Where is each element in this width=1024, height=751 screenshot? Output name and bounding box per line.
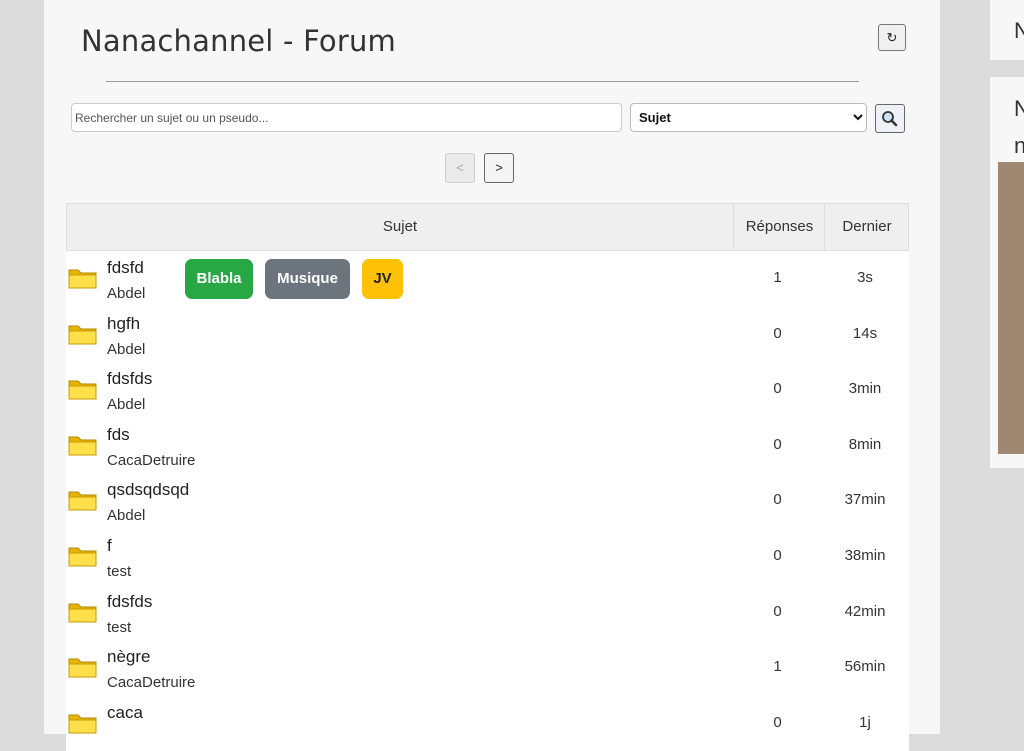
search-button[interactable] xyxy=(875,104,905,133)
next-page-button[interactable]: > xyxy=(484,153,514,183)
search-filter-select[interactable]: Sujet xyxy=(630,103,867,132)
topic-title-link[interactable]: f xyxy=(107,536,112,556)
last-post-time: 1j xyxy=(859,713,871,731)
table-row[interactable]: nègre CacaDetruire 1 56min xyxy=(66,640,909,696)
topic-author[interactable]: test xyxy=(107,563,131,580)
topic-author[interactable]: Abdel xyxy=(107,341,145,358)
title-divider xyxy=(106,81,859,82)
last-post-time: 8min xyxy=(848,435,882,453)
search-input[interactable] xyxy=(71,103,622,132)
topic-author[interactable]: CacaDetruire xyxy=(107,674,195,691)
reply-count: 1 xyxy=(773,658,782,676)
last-post-time: 37min xyxy=(844,491,886,509)
topic-title-link[interactable]: qsdsqdsqd xyxy=(107,480,189,500)
header-last: Dernier xyxy=(824,204,909,250)
page-title: Nanachannel - Forum xyxy=(81,24,397,58)
topics-table: Sujet Réponses Dernier fdsfd Abdel Blabl… xyxy=(66,203,909,751)
folder-icon xyxy=(68,603,97,623)
topic-title-link[interactable]: fdsfds xyxy=(107,369,152,389)
reply-count: 0 xyxy=(773,546,782,564)
table-row[interactable]: f test 0 38min xyxy=(66,529,909,585)
table-row[interactable]: fdsfd Abdel Blabla Musique JV 1 3s xyxy=(66,251,909,307)
table-header: Sujet Réponses Dernier xyxy=(66,203,909,251)
topic-title-link[interactable]: nègre xyxy=(107,647,150,667)
reply-count: 0 xyxy=(773,380,782,398)
sidebar-media-text-1: N xyxy=(1014,96,1024,121)
last-post-time: 56min xyxy=(844,658,886,676)
folder-icon xyxy=(68,547,97,567)
reply-count: 0 xyxy=(773,435,782,453)
reply-count: 0 xyxy=(773,491,782,509)
table-row[interactable]: qsdsqdsqd Abdel 0 37min xyxy=(66,473,909,529)
tag-jv[interactable]: JV xyxy=(362,259,403,299)
topic-author[interactable]: Abdel xyxy=(107,285,145,302)
last-post-time: 3s xyxy=(857,269,873,286)
topic-title-link[interactable]: caca xyxy=(107,703,143,723)
topic-title-link[interactable]: fdsfds xyxy=(107,592,152,612)
folder-icon xyxy=(68,380,97,400)
topic-title-link[interactable]: hgfh xyxy=(107,314,140,334)
folder-icon xyxy=(68,325,97,345)
folder-icon xyxy=(68,269,97,289)
topic-author[interactable]: test xyxy=(107,619,131,636)
last-post-time: 14s xyxy=(852,324,878,342)
table-row[interactable]: caca 0 1j xyxy=(66,696,909,751)
search-icon xyxy=(882,111,898,127)
last-post-time: 3min xyxy=(848,380,882,398)
reply-count: 0 xyxy=(773,713,782,731)
sidebar-image xyxy=(998,162,1024,454)
refresh-icon: ↻ xyxy=(886,30,898,45)
table-row[interactable]: fds CacaDetruire 0 8min xyxy=(66,418,909,474)
reply-count: 0 xyxy=(773,324,782,342)
topic-title-link[interactable]: fdsfd xyxy=(107,258,144,278)
sidebar-media-text-2: n xyxy=(1014,133,1024,158)
header-replies: Réponses xyxy=(733,204,825,250)
table-row[interactable]: fdsfds Abdel 0 3min xyxy=(66,362,909,418)
table-row[interactable]: fdsfds test 0 42min xyxy=(66,585,909,641)
folder-icon xyxy=(68,436,97,456)
refresh-button[interactable]: ↻ xyxy=(878,24,906,51)
sidebar-top-text: N xyxy=(1014,18,1024,43)
forum-panel: Nanachannel - Forum ↻ Sujet < > Sujet Ré… xyxy=(44,0,940,751)
sidebar-top-panel: N xyxy=(990,0,1024,60)
topic-author[interactable]: Abdel xyxy=(107,396,145,413)
reply-count: 0 xyxy=(773,602,782,620)
header-subject: Sujet xyxy=(382,218,418,235)
topic-author[interactable]: Abdel xyxy=(107,507,145,524)
tag-musique[interactable]: Musique xyxy=(265,259,350,299)
previous-page-button[interactable]: < xyxy=(445,153,475,183)
last-post-time: 38min xyxy=(844,546,886,564)
last-post-time: 42min xyxy=(844,602,886,620)
table-row[interactable]: hgfh Abdel 0 14s xyxy=(66,307,909,363)
topic-author[interactable]: CacaDetruire xyxy=(107,452,195,469)
folder-icon xyxy=(68,658,97,678)
folder-icon xyxy=(68,714,97,734)
topic-title-link[interactable]: fds xyxy=(107,425,130,445)
table-body: fdsfd Abdel Blabla Musique JV 1 3s hgfh … xyxy=(66,251,909,751)
reply-count: 1 xyxy=(773,269,782,286)
folder-icon xyxy=(68,491,97,511)
tag-blabla[interactable]: Blabla xyxy=(185,259,253,299)
